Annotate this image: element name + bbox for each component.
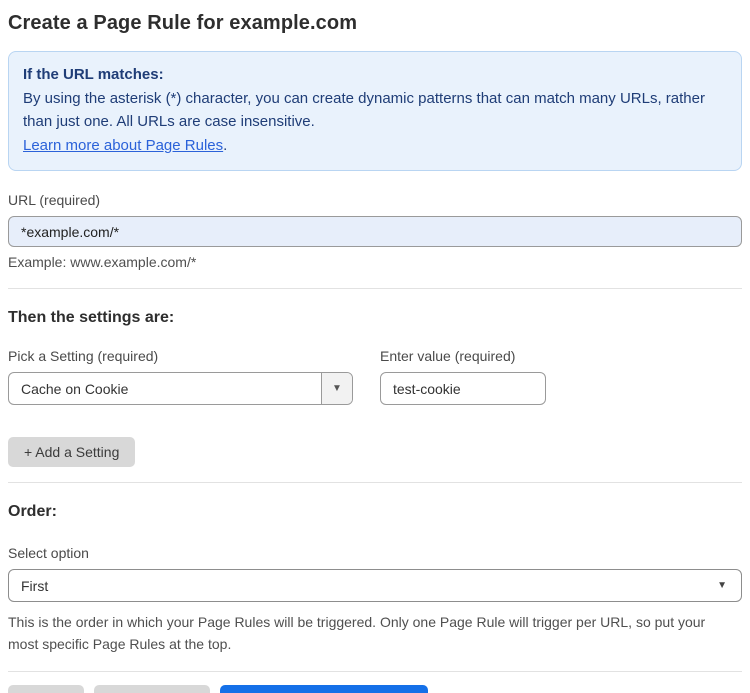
info-box-link-line: Learn more about Page Rules.	[23, 134, 727, 157]
order-select[interactable]: First ▼	[8, 569, 742, 602]
setting-value-label: Enter value (required)	[380, 348, 516, 364]
settings-row: Pick a Setting (required) Cache on Cooki…	[8, 327, 742, 405]
order-select-label: Select option	[8, 545, 89, 561]
create-page-rule-panel: Create a Page Rule for example.com If th…	[0, 0, 750, 693]
setting-select-label: Pick a Setting (required)	[8, 348, 159, 364]
settings-section-heading: Then the settings are:	[8, 309, 175, 326]
chevron-down-icon: ▼	[717, 580, 727, 591]
setting-select-column: Pick a Setting (required) Cache on Cooki…	[8, 327, 366, 405]
setting-value-column: Enter value (required)	[380, 334, 546, 405]
info-box-heading: If the URL matches:	[23, 66, 164, 83]
page-title: Create a Page Rule for example.com	[8, 12, 358, 34]
divider	[8, 288, 742, 289]
form-actions: Cancel Save as Draft Save and Deploy Pag…	[8, 685, 742, 693]
save-and-deploy-button[interactable]: Save and Deploy Page Rule	[220, 685, 429, 693]
url-input[interactable]	[8, 216, 742, 247]
cancel-button[interactable]: Cancel	[8, 685, 84, 693]
learn-more-link[interactable]: Learn more about Page Rules	[23, 137, 223, 154]
chevron-down-icon: ▼	[332, 383, 342, 394]
order-help-text: This is the order in which your Page Rul…	[8, 614, 706, 652]
add-setting-button[interactable]: + Add a Setting	[8, 437, 136, 467]
setting-select-arrow-segment[interactable]: ▼	[321, 373, 352, 404]
setting-select-value: Cache on Cookie	[21, 380, 129, 397]
order-select-value: First	[21, 577, 49, 594]
url-match-info-box: If the URL matches: By using the asteris…	[8, 51, 742, 171]
order-section-heading: Order:	[8, 503, 57, 520]
save-as-draft-button[interactable]: Save as Draft	[93, 685, 211, 693]
link-period: .	[223, 137, 228, 154]
url-field-label: URL (required)	[8, 192, 101, 208]
divider	[8, 482, 742, 483]
setting-value-input[interactable]	[380, 372, 546, 405]
setting-select[interactable]: Cache on Cookie ▼	[8, 372, 353, 405]
info-box-body: By using the asterisk (*) character, you…	[23, 90, 705, 130]
url-example-hint: Example: www.example.com/*	[8, 254, 197, 270]
divider	[8, 671, 742, 672]
